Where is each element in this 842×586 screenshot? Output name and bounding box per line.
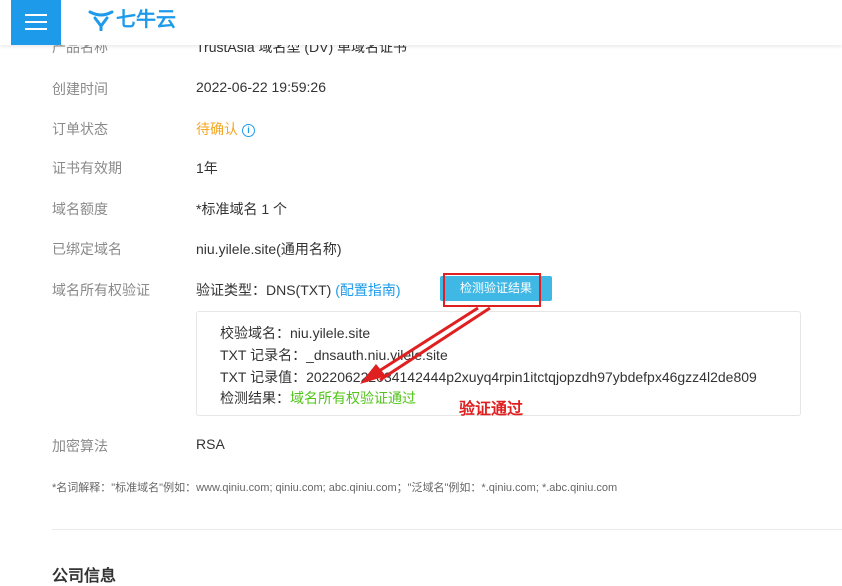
- qiniu-logo-icon: [88, 10, 114, 31]
- bound-domain-label: 已绑定域名: [52, 241, 122, 257]
- company-info-title: 公司信息: [52, 568, 117, 585]
- encryption-value: RSA: [196, 436, 225, 452]
- verify-result-label: 检测结果：: [220, 390, 290, 406]
- domain-footnote: *名词解释："标准域名"例如：www.qiniu.com; qiniu.com;…: [52, 482, 618, 494]
- verify-domain-value: niu.yilele.site: [290, 325, 371, 341]
- verify-domain-label: 校验域名：: [220, 325, 290, 341]
- order-status: 待确认 i: [196, 119, 255, 139]
- verify-result-line: 检测结果：域名所有权验证通过: [220, 388, 416, 408]
- verify-passed-annotation: 验证通过: [459, 401, 524, 418]
- txt-record-name-line: TXT 记录名：_dnsauth.niu.yilele.site: [220, 345, 448, 365]
- bound-domain-value: niu.yilele.site(通用名称): [196, 241, 342, 257]
- top-navigation-bar: 七牛云: [0, 0, 842, 45]
- section-divider: [52, 529, 842, 530]
- validity-value: 1年: [196, 160, 218, 176]
- created-time-value: 2022-06-22 19:59:26: [196, 79, 326, 95]
- ownership-verify-label: 域名所有权验证: [52, 282, 150, 298]
- txt-record-value-line: TXT 记录值：202206222034142444p2xuyq4rpin1it…: [220, 367, 757, 387]
- verify-domain-line: 校验域名：niu.yilele.site: [220, 323, 370, 343]
- qiniu-logo[interactable]: 七牛云: [88, 8, 176, 32]
- order-status-label: 订单状态: [52, 121, 108, 137]
- validity-label: 证书有效期: [52, 160, 122, 176]
- txt-record-name-label: TXT 记录名：: [220, 347, 307, 363]
- domain-quota-label: 域名额度: [52, 201, 108, 217]
- created-time-label: 创建时间: [52, 81, 108, 97]
- domain-quota-value: *标准域名 1 个: [196, 201, 288, 217]
- hamburger-menu-icon[interactable]: [11, 0, 61, 45]
- txt-record-value-value: 202206222034142444p2xuyq4rpin1itctqjopzd…: [306, 369, 757, 385]
- txt-record-name-value: _dnsauth.niu.yilele.site: [306, 347, 448, 363]
- order-status-value: 待确认: [196, 121, 238, 137]
- info-icon[interactable]: i: [242, 124, 255, 137]
- txt-record-value-label: TXT 记录值：: [220, 369, 307, 385]
- verify-type-value: 验证类型：DNS(TXT): [196, 282, 332, 298]
- annotation-highlight-box: [443, 273, 541, 307]
- logo-text: 七牛云: [116, 9, 176, 31]
- encryption-label: 加密算法: [52, 438, 108, 454]
- verify-type: 验证类型：DNS(TXT) (配置指南): [196, 280, 401, 300]
- verify-result-value: 域名所有权验证通过: [290, 390, 416, 406]
- config-guide-link[interactable]: (配置指南): [335, 282, 400, 298]
- order-detail-content: 产品名称 TrustAsia 域名型 (DV) 单域名证书 创建时间 2022-…: [0, 0, 842, 585]
